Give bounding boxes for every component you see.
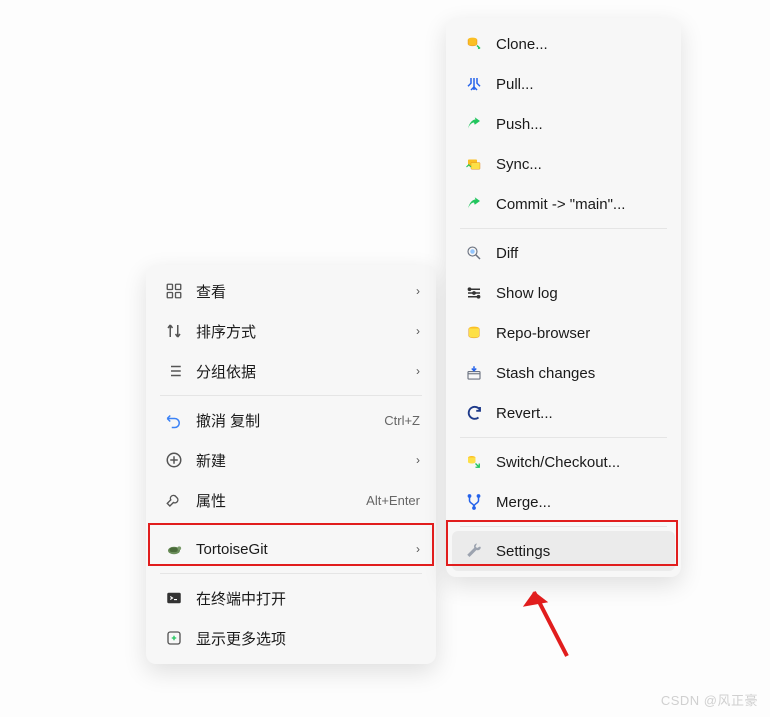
chevron-right-icon: › — [416, 542, 420, 556]
group-icon — [162, 359, 186, 383]
menu-item-diff[interactable]: Diff — [452, 233, 675, 273]
menu-item-wrench[interactable]: Settings — [452, 531, 675, 571]
menu-item-revert[interactable]: Revert... — [452, 393, 675, 433]
menu-item-label: 在终端中打开 — [196, 588, 420, 609]
menu-item-label: Clone... — [496, 36, 665, 53]
menu-item-switch[interactable]: Switch/Checkout... — [452, 442, 675, 482]
menu-item-label: 属性 — [196, 490, 358, 511]
menu-item-label: 新建 — [196, 450, 408, 471]
repo-icon — [462, 321, 486, 345]
diff-icon — [462, 241, 486, 265]
menu-item-label: Diff — [496, 245, 665, 262]
menu-item-clone[interactable]: Clone... — [452, 24, 675, 64]
menu-item-terminal[interactable]: 在终端中打开 — [152, 578, 430, 618]
menu-item-label: Switch/Checkout... — [496, 454, 665, 471]
context-menu-left: 查看 › 排序方式 › 分组依据 › 撤消 复制 Ctrl+Z 新建 › 属性 Alt+Enter To… — [146, 265, 436, 664]
menu-item-repo[interactable]: Repo-browser — [452, 313, 675, 353]
wrench-icon — [462, 539, 486, 563]
menu-item-pull[interactable]: Pull... — [452, 64, 675, 104]
stash-icon — [462, 361, 486, 385]
revert-icon — [462, 401, 486, 425]
merge-icon — [462, 490, 486, 514]
menu-item-sync[interactable]: Sync... — [452, 144, 675, 184]
clone-icon — [462, 32, 486, 56]
menu-item-merge[interactable]: Merge... — [452, 482, 675, 522]
menu-item-label: TortoiseGit — [196, 541, 408, 558]
menu-item-label: Repo-browser — [496, 325, 665, 342]
menu-separator — [460, 526, 667, 527]
menu-item-label: Push... — [496, 116, 665, 133]
menu-item-label: 撤消 复制 — [196, 410, 376, 431]
menu-item-hint: Alt+Enter — [366, 493, 420, 508]
menu-item-label: Settings — [496, 543, 665, 560]
menu-item-label: 分组依据 — [196, 361, 408, 382]
more-icon — [162, 626, 186, 650]
grid-icon — [162, 279, 186, 303]
menu-item-label: 查看 — [196, 281, 408, 302]
menu-separator — [460, 228, 667, 229]
menu-item-label: Revert... — [496, 405, 665, 422]
pull-icon — [462, 72, 486, 96]
menu-item-hint: Ctrl+Z — [384, 413, 420, 428]
push-icon — [462, 112, 486, 136]
menu-item-commit[interactable]: Commit -> "main"... — [452, 184, 675, 224]
chevron-right-icon: › — [416, 453, 420, 467]
annotation-arrow — [522, 578, 582, 668]
menu-item-tortoise[interactable]: TortoiseGit › — [152, 529, 430, 569]
menu-item-label: Show log — [496, 285, 665, 302]
chevron-right-icon: › — [416, 364, 420, 378]
menu-item-plus[interactable]: 新建 › — [152, 440, 430, 480]
switch-icon — [462, 450, 486, 474]
menu-item-grid[interactable]: 查看 › — [152, 271, 430, 311]
wrench-outline-icon — [162, 488, 186, 512]
undo-icon — [162, 408, 186, 432]
plus-icon — [162, 448, 186, 472]
menu-separator — [160, 395, 422, 396]
menu-item-log[interactable]: Show log — [452, 273, 675, 313]
terminal-icon — [162, 586, 186, 610]
context-menu-right: Clone... Pull... Push... Sync... Commit -> "… — [446, 18, 681, 577]
menu-item-label: Merge... — [496, 494, 665, 511]
menu-item-label: Commit -> "main"... — [496, 196, 665, 213]
menu-item-label: 显示更多选项 — [196, 628, 420, 649]
menu-item-label: Pull... — [496, 76, 665, 93]
menu-separator — [160, 573, 422, 574]
menu-item-label: Sync... — [496, 156, 665, 173]
menu-item-label: Stash changes — [496, 365, 665, 382]
menu-separator — [460, 437, 667, 438]
menu-item-group[interactable]: 分组依据 › — [152, 351, 430, 391]
log-icon — [462, 281, 486, 305]
menu-item-more[interactable]: 显示更多选项 — [152, 618, 430, 658]
chevron-right-icon: › — [416, 284, 420, 298]
watermark: CSDN @风正豪 — [661, 690, 758, 709]
menu-item-push[interactable]: Push... — [452, 104, 675, 144]
chevron-right-icon: › — [416, 324, 420, 338]
menu-item-label: 排序方式 — [196, 321, 408, 342]
menu-item-wrench-outline[interactable]: 属性 Alt+Enter — [152, 480, 430, 520]
commit-icon — [462, 192, 486, 216]
sort-icon — [162, 319, 186, 343]
sync-icon — [462, 152, 486, 176]
menu-item-sort[interactable]: 排序方式 › — [152, 311, 430, 351]
menu-item-undo[interactable]: 撤消 复制 Ctrl+Z — [152, 400, 430, 440]
menu-separator — [160, 524, 422, 525]
menu-item-stash[interactable]: Stash changes — [452, 353, 675, 393]
tortoise-icon — [162, 537, 186, 561]
